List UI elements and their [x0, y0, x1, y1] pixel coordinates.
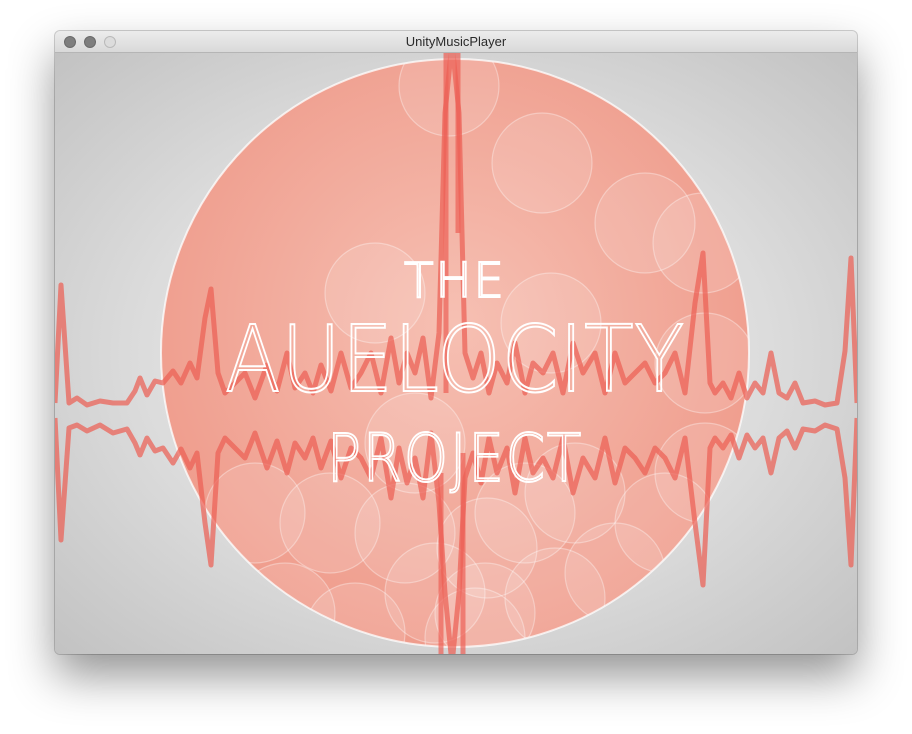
artwork-title-line3: PROJECT: [327, 420, 583, 497]
visualizer-artwork: THE AUELOCITY PROJECT: [55, 53, 857, 654]
artwork-title-line1: THE: [404, 253, 506, 309]
artwork-title-line2: AUELOCITY: [225, 306, 685, 413]
window-title: UnityMusicPlayer: [405, 34, 507, 49]
app-window: UnityMusicPlayer THE AUELOCITY PROJECT: [55, 31, 857, 654]
visualizer-canvas[interactable]: THE AUELOCITY PROJECT: [55, 53, 857, 654]
title-bar[interactable]: UnityMusicPlayer: [55, 31, 857, 53]
